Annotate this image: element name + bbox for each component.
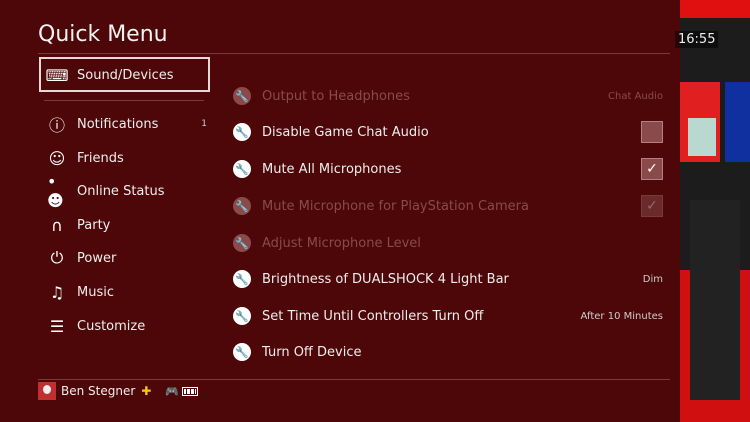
keyboard-controller-icon: ⌨ (45, 65, 69, 85)
setting-label: Turn Off Device (262, 344, 362, 360)
user-footer: Ben Stegner ✚ 🎮 (38, 382, 199, 400)
setting-disable-game-chat-audio[interactable]: 🔧 Disable Game Chat Audio (233, 120, 663, 144)
setting-output-to-headphones[interactable]: 🔧 Output to Headphones Chat Audio (233, 84, 663, 108)
divider (44, 100, 204, 101)
setting-mute-microphone-camera[interactable]: 🔧 Mute Microphone for PlayStation Camera ✓ (233, 194, 663, 218)
battery-icon (182, 386, 199, 396)
avatar (38, 382, 56, 400)
music-note-icon: ♫ (49, 282, 65, 302)
quick-menu-panel: Quick Menu ⌨ Sound/Devices ⓘ Notification… (0, 0, 680, 422)
checkbox-checked[interactable]: ✓ (641, 158, 663, 180)
clock: 16:55 (675, 31, 719, 48)
setting-label: Set Time Until Controllers Turn Off (262, 308, 484, 324)
sidebar-item-label: Notifications (77, 116, 159, 132)
wrench-icon: 🔧 (233, 343, 251, 361)
setting-adjust-microphone-level[interactable]: 🔧 Adjust Microphone Level (233, 231, 663, 255)
wrench-icon: 🔧 (233, 270, 251, 288)
setting-value: Chat Audio (608, 90, 663, 102)
wrench-icon: 🔧 (233, 197, 251, 215)
sidebar-item-power[interactable]: ⏻ Power (47, 246, 207, 270)
game-artwork-background (680, 0, 750, 422)
checkbox-checked[interactable]: ✓ (641, 195, 663, 217)
sidebar-item-friends[interactable]: ☺ Friends (47, 146, 207, 170)
wrench-icon: 🔧 (233, 123, 251, 141)
sidebar-item-notifications[interactable]: ⓘ Notifications 1 (47, 112, 207, 136)
online-status-icon: •☻ (47, 172, 64, 210)
setting-value: Dim (642, 273, 663, 285)
divider (38, 379, 670, 380)
notification-count-badge: 1 (201, 119, 207, 129)
sidebar-item-label: Music (77, 284, 114, 300)
sidebar-item-customize[interactable]: ☰ Customize (47, 314, 207, 338)
checkbox-unchecked[interactable] (641, 121, 663, 143)
sidebar-item-label: Friends (77, 150, 124, 166)
controller-icon: 🎮 (165, 384, 180, 398)
page-title: Quick Menu (38, 22, 168, 47)
friends-icon: ☺ (48, 148, 66, 168)
setting-value: After 10 Minutes (580, 310, 663, 322)
playstation-plus-icon: ✚ (141, 384, 152, 398)
setting-controller-turn-off-time[interactable]: 🔧 Set Time Until Controllers Turn Off Afte… (233, 304, 663, 328)
sidebar-item-party[interactable]: ∩ Party (47, 213, 207, 237)
sidebar-item-label: Online Status (77, 183, 165, 199)
wrench-icon: 🔧 (233, 307, 251, 325)
power-icon: ⏻ (50, 248, 64, 267)
setting-label: Adjust Microphone Level (262, 235, 421, 251)
sidebar-item-online-status[interactable]: •☻ Online Status (47, 172, 207, 210)
wrench-icon: 🔧 (233, 160, 251, 178)
sidebar-item-music[interactable]: ♫ Music (47, 280, 207, 304)
headset-icon: ∩ (51, 215, 63, 235)
setting-turn-off-device[interactable]: 🔧 Turn Off Device (233, 340, 663, 364)
wrench-icon: 🔧 (233, 87, 251, 105)
customize-icon: ☰ (49, 316, 65, 336)
wrench-icon: 🔧 (233, 234, 251, 252)
sidebar-item-label: Party (77, 217, 111, 233)
setting-label: Mute Microphone for PlayStation Camera (262, 198, 529, 214)
sidebar-item-label: Customize (77, 318, 146, 334)
setting-label: Disable Game Chat Audio (262, 124, 429, 140)
info-icon: ⓘ (48, 116, 65, 135)
setting-light-bar-brightness[interactable]: 🔧 Brightness of DUALSHOCK 4 Light Bar Dim (233, 267, 663, 291)
username: Ben Stegner (61, 384, 136, 398)
setting-label: Brightness of DUALSHOCK 4 Light Bar (262, 271, 509, 287)
sidebar-item-label: Power (77, 250, 117, 266)
sidebar-item-sound-devices-content[interactable]: ⌨ Sound/Devices (45, 63, 207, 87)
setting-label: Mute All Microphones (262, 161, 402, 177)
divider (38, 53, 670, 54)
setting-mute-all-microphones[interactable]: 🔧 Mute All Microphones ✓ (233, 157, 663, 181)
sidebar-item-label: Sound/Devices (77, 67, 174, 83)
setting-label: Output to Headphones (262, 88, 410, 104)
